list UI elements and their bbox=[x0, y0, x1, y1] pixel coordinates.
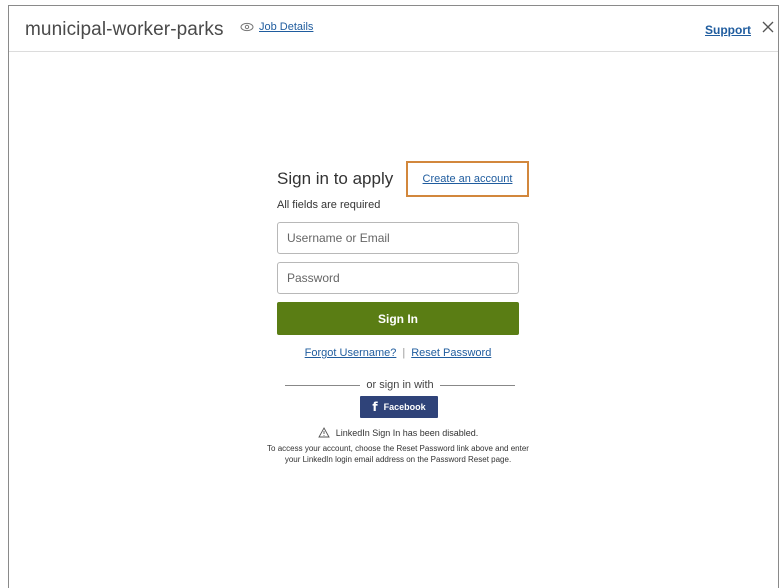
username-input[interactable] bbox=[277, 222, 519, 254]
divider-line-left bbox=[285, 384, 361, 386]
facebook-label: Facebook bbox=[383, 402, 426, 412]
eye-icon bbox=[240, 22, 254, 32]
required-note: All fields are required bbox=[277, 199, 381, 211]
job-details-link[interactable]: Job Details bbox=[240, 21, 313, 33]
close-icon[interactable] bbox=[760, 19, 776, 35]
signin-button[interactable]: Sign In bbox=[277, 302, 519, 335]
divider-line-right bbox=[439, 384, 516, 386]
links-separator: | bbox=[402, 347, 406, 359]
create-account-highlight: Create an account bbox=[406, 161, 529, 197]
account-help-links: Forgot Username? | Reset Password bbox=[277, 347, 519, 359]
linkedin-disabled-text: LinkedIn Sign In has been disabled. bbox=[335, 427, 479, 438]
facebook-icon: f bbox=[372, 400, 378, 414]
or-divider: or sign in with bbox=[285, 379, 516, 391]
dialog-frame: municipal-worker-parks Job Details Suppo… bbox=[8, 5, 779, 588]
linkedin-info-text: To access your account, choose the Reset… bbox=[267, 444, 529, 464]
signin-title: Sign in to apply bbox=[277, 169, 394, 188]
warning-icon bbox=[317, 427, 330, 438]
linkedin-notice: LinkedIn Sign In has been disabled. bbox=[277, 427, 519, 438]
app-title: municipal-worker-parks bbox=[25, 19, 224, 40]
job-details-label[interactable]: Job Details bbox=[259, 21, 313, 33]
support-link[interactable]: Support bbox=[705, 23, 751, 37]
password-input[interactable] bbox=[277, 262, 519, 294]
reset-password-link[interactable]: Reset Password bbox=[411, 347, 491, 359]
facebook-button[interactable]: f Facebook bbox=[360, 396, 438, 418]
create-account-link[interactable]: Create an account bbox=[423, 173, 513, 185]
or-sign-in-with-label: or sign in with bbox=[366, 379, 434, 391]
forgot-username-link[interactable]: Forgot Username? bbox=[305, 347, 397, 359]
dialog-header: municipal-worker-parks Job Details Suppo… bbox=[9, 6, 778, 52]
